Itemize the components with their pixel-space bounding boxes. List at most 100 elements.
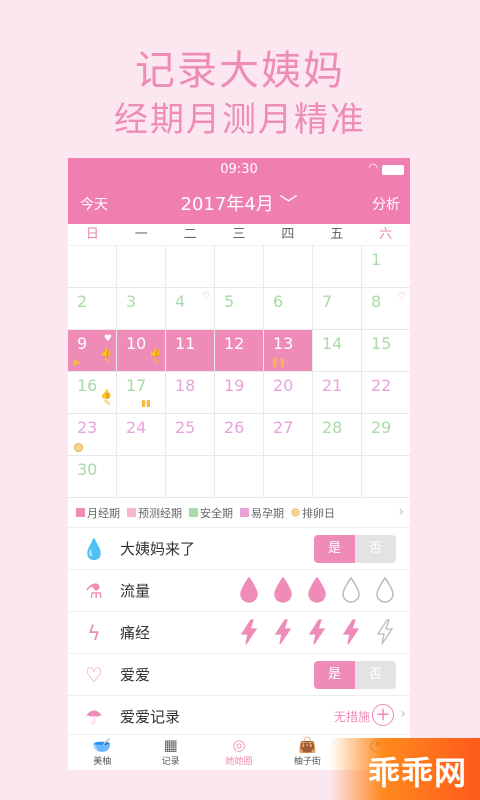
calendar-day[interactable]: 26 xyxy=(215,414,263,455)
calendar-day[interactable]: 18 xyxy=(166,372,214,413)
drop-icon: 💧 xyxy=(81,536,107,561)
legend-swatch xyxy=(240,508,249,517)
no-option[interactable]: 否 xyxy=(355,661,396,689)
love-toggle[interactable]: 是 否 xyxy=(314,661,396,689)
calendar-day[interactable]: 1 xyxy=(362,246,410,287)
watermark-logo: 乖乖网 xyxy=(330,738,480,800)
weekday-label: 四 xyxy=(281,227,295,242)
tab-3[interactable]: ◎ 她她圈 xyxy=(205,735,273,770)
day-number: 9 xyxy=(77,334,88,353)
day-number: 22 xyxy=(371,376,392,395)
calendar-day[interactable]: 5 xyxy=(215,288,263,329)
calendar-day[interactable]: 28 xyxy=(313,414,361,455)
legend-label: 安全期 xyxy=(200,506,233,520)
calendar-empty-cell xyxy=(313,246,361,287)
calendar-empty-cell xyxy=(166,456,214,497)
play-icon: ▶ xyxy=(74,358,81,368)
day-number: 18 xyxy=(175,376,196,395)
tab-2[interactable]: ▦ 记录 xyxy=(136,735,204,770)
calendar-day[interactable]: 14 xyxy=(313,330,361,371)
chevron-right-icon[interactable]: › xyxy=(400,706,406,722)
chevron-right-icon[interactable]: › xyxy=(398,504,404,520)
calendar-day[interactable]: 20 xyxy=(264,372,312,413)
day-number: 5 xyxy=(224,292,235,311)
lightning-icon: ϟ xyxy=(87,620,101,645)
legend-swatch xyxy=(189,508,198,517)
legend-item: 排卵日 xyxy=(291,505,335,521)
pencil-icon: ✎ xyxy=(103,357,111,367)
legend-swatch xyxy=(291,508,300,517)
flow-level-selector[interactable] xyxy=(238,576,396,604)
day-number: 8 xyxy=(371,292,382,311)
cramps-level-selector[interactable] xyxy=(238,618,396,646)
calendar-day[interactable]: 3 xyxy=(117,288,165,329)
calendar-day[interactable]: 10 👍 ✎ xyxy=(117,330,165,371)
flow-drop-icon[interactable] xyxy=(272,576,294,604)
yes-option[interactable]: 是 xyxy=(314,535,355,563)
yes-option[interactable]: 是 xyxy=(314,661,355,689)
love-row: ♡ 爱爱 是 否 xyxy=(68,654,410,696)
period-came-toggle[interactable]: 是 否 xyxy=(314,535,396,563)
calendar-day[interactable]: 2 xyxy=(68,288,116,329)
no-option[interactable]: 否 xyxy=(355,535,396,563)
promo-title: 记录大姨妈 xyxy=(135,48,345,94)
weekday-label: 一 xyxy=(134,227,148,242)
calendar-day[interactable]: 19 xyxy=(215,372,263,413)
app-screen: 09:30 ◠ 今天 2017年4月 ﹀ 分析 日一二三四五六 1 2 3 4 ♡ 5 6 7… xyxy=(68,158,410,770)
calendar-empty-cell xyxy=(117,456,165,497)
calendar-day[interactable]: 23 xyxy=(68,414,116,455)
legend-swatch xyxy=(127,508,136,517)
tab-label: 记录 xyxy=(161,757,180,767)
day-number: 24 xyxy=(126,418,147,437)
calendar-day[interactable]: 7 xyxy=(313,288,361,329)
calendar-header: 今天 2017年4月 ﹀ 分析 xyxy=(68,182,410,224)
calendar-day[interactable]: 4 ♡ xyxy=(166,288,214,329)
pencil-icon: ✎ xyxy=(152,357,160,367)
day-number: 30 xyxy=(77,460,98,479)
legend-swatch xyxy=(76,508,85,517)
calendar-day[interactable]: 11 xyxy=(166,330,214,371)
weekday-header: 日一二三四五六 xyxy=(68,224,410,246)
calendar-day[interactable]: 29 xyxy=(362,414,410,455)
calendar-day[interactable]: 13 ❚❚ xyxy=(264,330,312,371)
calendar-day[interactable]: 8 ♡ xyxy=(362,288,410,329)
cramp-lightning-icon[interactable] xyxy=(340,618,362,646)
calendar-day[interactable]: 12 xyxy=(215,330,263,371)
calendar-empty-cell xyxy=(215,246,263,287)
calendar-legend[interactable]: 月经期 预测经期 安全期 易孕期 排卵日 › xyxy=(68,498,410,528)
cramp-lightning-icon[interactable] xyxy=(238,618,260,646)
calendar-day[interactable]: 6 xyxy=(264,288,312,329)
cramp-lightning-icon[interactable] xyxy=(272,618,294,646)
calendar-day[interactable]: 25 xyxy=(166,414,214,455)
flow-drop-icon[interactable] xyxy=(306,576,328,604)
love-record-row[interactable]: ☂ 爱爱记录 无措施 + › xyxy=(68,696,410,738)
flow-drop-icon[interactable] xyxy=(238,576,260,604)
love-record-label: 爱爱记录 xyxy=(120,708,181,726)
calendar-day[interactable]: 22 xyxy=(362,372,410,413)
day-number: 11 xyxy=(175,334,196,353)
calendar-empty-cell xyxy=(313,456,361,497)
calendar-day[interactable]: 27 xyxy=(264,414,312,455)
flow-drop-icon[interactable] xyxy=(374,576,396,604)
calendar-day[interactable]: 16 👍 ✎ xyxy=(68,372,116,413)
day-number: 17 xyxy=(126,376,147,395)
pause-icon: ❚❚ xyxy=(271,358,287,368)
add-icon[interactable]: + xyxy=(372,704,394,726)
legend-label: 月经期 xyxy=(87,506,120,520)
calendar-icon: ▦ xyxy=(163,736,178,754)
day-number: 7 xyxy=(322,292,333,311)
month-selector[interactable]: 2017年4月 ﹀ xyxy=(68,190,410,216)
calendar-day[interactable]: 21 xyxy=(313,372,361,413)
calendar-day[interactable]: 15 xyxy=(362,330,410,371)
calendar-day[interactable]: 30 xyxy=(68,456,116,497)
flow-drop-icon[interactable] xyxy=(340,576,362,604)
cramp-lightning-icon[interactable] xyxy=(374,618,396,646)
calendar-day[interactable]: 17 ▮▮ xyxy=(117,372,165,413)
tab-1[interactable]: 🥣 美柚 xyxy=(68,735,136,770)
analysis-button[interactable]: 分析 xyxy=(372,194,400,214)
calendar-day[interactable]: 24 xyxy=(117,414,165,455)
tab-label: 美柚 xyxy=(93,757,112,767)
calendar-day[interactable]: 9 ♥ 👍 ✎ ▶ xyxy=(68,330,116,371)
weekday-label: 六 xyxy=(379,227,393,242)
cramp-lightning-icon[interactable] xyxy=(306,618,328,646)
